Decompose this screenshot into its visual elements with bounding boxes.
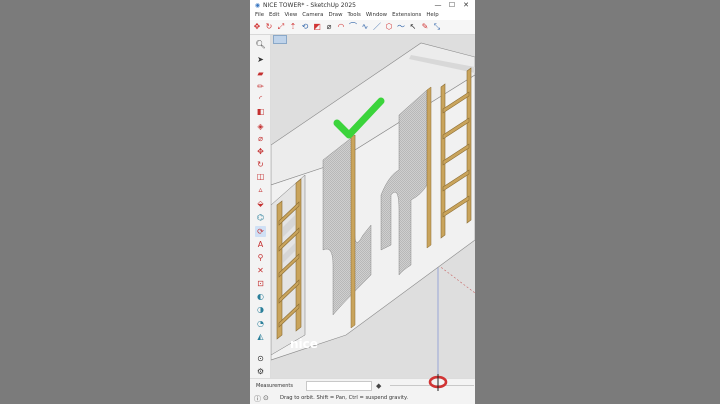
scale-icon[interactable]: ◫ — [255, 171, 266, 182]
select-icon[interactable]: ➤ — [255, 54, 266, 65]
menu-tools[interactable]: Tools — [348, 12, 361, 18]
paint-bucket-icon[interactable]: ◈ — [255, 121, 266, 132]
hint-bar: ⓘ ⊙ Drag to orbit. Shift = Pan, Ctrl = s… — [250, 392, 475, 404]
push-pull-icon[interactable]: ▵ — [255, 184, 266, 195]
orbit-icon[interactable]: ⟳ — [255, 226, 266, 237]
menu-file[interactable]: File — [255, 12, 264, 18]
letterbox-left — [0, 0, 250, 404]
rotate-icon[interactable]: ↻ — [264, 22, 274, 32]
maximize-button[interactable]: ☐ — [445, 0, 459, 10]
follow-me-icon[interactable]: ⬙ — [255, 198, 266, 209]
zoom-icon[interactable]: 🔍︎ — [255, 39, 266, 50]
line-icon[interactable]: ／ — [372, 22, 382, 32]
walk-icon[interactable]: ⊡ — [255, 278, 266, 289]
zoom-window-icon[interactable]: ⚲ — [255, 252, 266, 263]
rectangle-icon[interactable]: ◧ — [255, 106, 266, 117]
info-icon: ⓘ — [254, 395, 261, 403]
model-viewport[interactable]: nice — [271, 35, 475, 378]
dimension-icon[interactable]: ◔ — [255, 318, 266, 329]
axes-icon[interactable]: ◭ — [255, 331, 266, 342]
menu-window[interactable]: Window — [366, 12, 387, 18]
sketchup-window: ◉ NICE TOWER* - SketchUp 2025 — ☐ ✕ File… — [250, 0, 475, 404]
eraser-icon[interactable]: ◆ — [376, 382, 381, 390]
curve-icon[interactable]: 〜 — [396, 22, 406, 32]
orbit-cursor-icon — [428, 374, 448, 391]
menu-extensions[interactable]: Extensions — [392, 12, 421, 18]
menu-view[interactable]: View — [284, 12, 297, 18]
letterbox-right — [475, 0, 720, 404]
protractor-icon[interactable]: ◠ — [336, 22, 346, 32]
eraser-icon[interactable]: ▰ — [255, 68, 266, 79]
sketchup-logo-icon: ◉ — [254, 1, 261, 9]
offset-icon[interactable]: ⌬ — [255, 212, 266, 223]
menu-help[interactable]: Help — [426, 12, 438, 18]
freehand-icon[interactable]: ∿ — [360, 22, 370, 32]
arc-icon[interactable]: ⌒ — [348, 22, 358, 32]
left-toolbar: 🔍︎ ➤ ▰ ✏ ◜ ◧ ◈ ⌀ ✥ ↻ ◫ ▵ ⬙ ⌬ ⟳ A ⚲ ✕ ⊡ ◐… — [250, 35, 271, 378]
move-icon[interactable]: ✥ — [255, 146, 266, 157]
help-icon[interactable]: ⊙ — [263, 394, 269, 402]
polygon-icon[interactable]: ⬡ — [384, 22, 394, 32]
measurements-input[interactable] — [306, 381, 372, 391]
push-pull-icon[interactable]: ⇡ — [288, 22, 298, 32]
model-scene — [271, 42, 475, 378]
menu-camera[interactable]: Camera — [302, 12, 323, 18]
text-icon[interactable]: A — [255, 239, 266, 250]
menu-bar: File Edit View Camera Draw Tools Window … — [250, 10, 475, 20]
minimize-button[interactable]: — — [431, 0, 445, 10]
title-bar: ◉ NICE TOWER* - SketchUp 2025 — ☐ ✕ — [250, 0, 475, 10]
close-button[interactable]: ✕ — [459, 0, 473, 10]
pointer-icon[interactable]: ↖ — [408, 22, 418, 32]
section-plane-icon[interactable]: ◐ — [255, 291, 266, 302]
pencil-icon[interactable]: ✏ — [255, 81, 266, 92]
tape-icon[interactable]: ⌀ — [255, 133, 266, 144]
measurements-label: Measurements — [256, 383, 293, 389]
red-axis — [437, 264, 475, 294]
scene-tab[interactable] — [273, 35, 287, 44]
freehand-2-icon[interactable]: ✎ — [420, 22, 430, 32]
tape-measure-icon[interactable]: ⌀ — [324, 22, 334, 32]
look-around-icon[interactable]: ◑ — [255, 304, 266, 315]
select-icon[interactable]: ⤡ — [432, 22, 442, 32]
follow-me-icon[interactable]: ⟲ — [300, 22, 310, 32]
menu-draw[interactable]: Draw — [328, 12, 342, 18]
nice-watermark: nice — [290, 337, 318, 351]
scale-icon[interactable]: ⤢ — [276, 22, 286, 32]
settings-icon[interactable]: ⚙ — [255, 366, 266, 377]
offset-icon[interactable]: ◩ — [312, 22, 322, 32]
menu-edit[interactable]: Edit — [269, 12, 279, 18]
status-hint: Drag to orbit. Shift = Pan, Ctrl = suspe… — [280, 395, 408, 401]
arc-icon[interactable]: ◜ — [255, 93, 266, 104]
window-title: NICE TOWER* - SketchUp 2025 — [263, 1, 356, 9]
move-icon[interactable]: ✥ — [252, 22, 262, 32]
zoom-extents-icon[interactable]: ✕ — [255, 265, 266, 276]
position-camera-icon[interactable]: ⊙ — [255, 353, 266, 364]
rotate-icon[interactable]: ↻ — [255, 159, 266, 170]
top-toolbar: ✥ ↻ ⤢ ⇡ ⟲ ◩ ⌀ ◠ ⌒ ∿ ／ ⬡ 〜 ↖ ✎ ⤡ — [250, 20, 475, 35]
